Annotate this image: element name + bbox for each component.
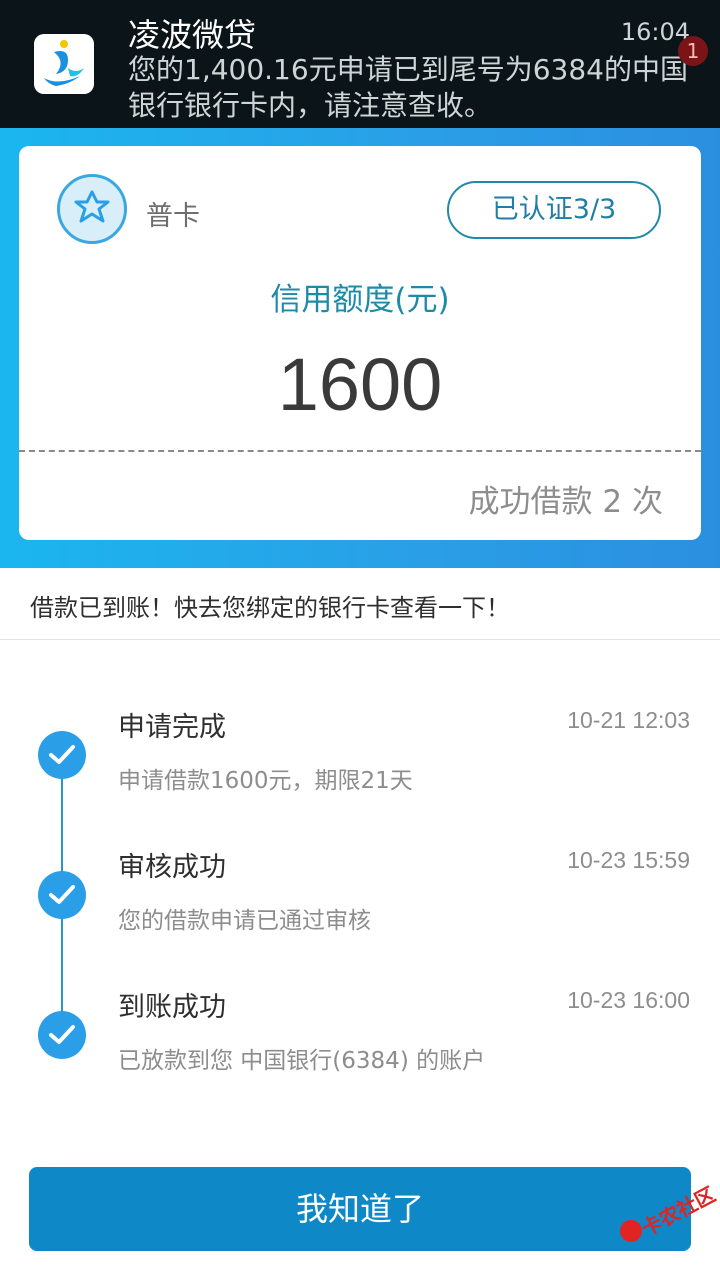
status-message-text: 借款已到账！快去您绑定的银行卡查看一下！ bbox=[30, 594, 510, 622]
notification-message: 您的1,400.16元申请已到尾号为6384的中国银行银行卡内，请注意查收。 bbox=[128, 53, 688, 122]
credit-limit-value: 1600 bbox=[277, 343, 443, 426]
timeline-step-disbursed: 到账成功 10-23 16:00 已放款到您 中国银行(6384) 的账户 bbox=[0, 983, 720, 1123]
got-it-button[interactable]: 我知道了 bbox=[29, 1167, 691, 1251]
app-logo-icon bbox=[34, 34, 94, 94]
step-description: 已放款到您 中国银行(6384) 的账户 bbox=[118, 1048, 486, 1074]
credit-limit-label: 信用额度(元) bbox=[270, 282, 450, 318]
step-description: 您的借款申请已通过审核 bbox=[118, 908, 371, 934]
step-title: 到账成功 bbox=[118, 992, 226, 1023]
successful-loan-count: 成功借款 2 次 bbox=[468, 484, 663, 520]
step-title: 审核成功 bbox=[118, 852, 226, 883]
timeline-step-apply: 申请完成 10-21 12:03 申请借款1600元，期限21天 bbox=[0, 703, 720, 843]
check-icon bbox=[38, 871, 86, 919]
credit-card-panel: 普卡 已认证3/3 信用额度(元) 1600 成功借款 2 次 bbox=[19, 146, 701, 540]
notification-app-name: 凌波微贷 bbox=[128, 16, 257, 54]
check-icon bbox=[38, 1011, 86, 1059]
step-description: 申请借款1600元，期限21天 bbox=[118, 768, 413, 794]
step-time: 10-23 16:00 bbox=[567, 987, 690, 1013]
step-time: 10-21 12:03 bbox=[567, 707, 690, 733]
verification-status-button[interactable]: 已认证3/3 bbox=[447, 181, 661, 239]
star-icon bbox=[57, 174, 127, 244]
notification-count-badge: 1 bbox=[678, 36, 708, 66]
check-icon bbox=[38, 731, 86, 779]
notification-banner[interactable]: 凌波微贷 16:04 您的1,400.16元申请已到尾号为6384的中国银行银行… bbox=[0, 0, 720, 128]
card-level-label: 普卡 bbox=[146, 201, 200, 232]
dashed-divider bbox=[19, 450, 701, 452]
step-time: 10-23 15:59 bbox=[567, 847, 690, 873]
step-title: 申请完成 bbox=[118, 712, 226, 743]
timeline-step-review: 审核成功 10-23 15:59 您的借款申请已通过审核 bbox=[0, 843, 720, 983]
status-message-bar: 借款已到账！快去您绑定的银行卡查看一下！ bbox=[0, 568, 720, 640]
